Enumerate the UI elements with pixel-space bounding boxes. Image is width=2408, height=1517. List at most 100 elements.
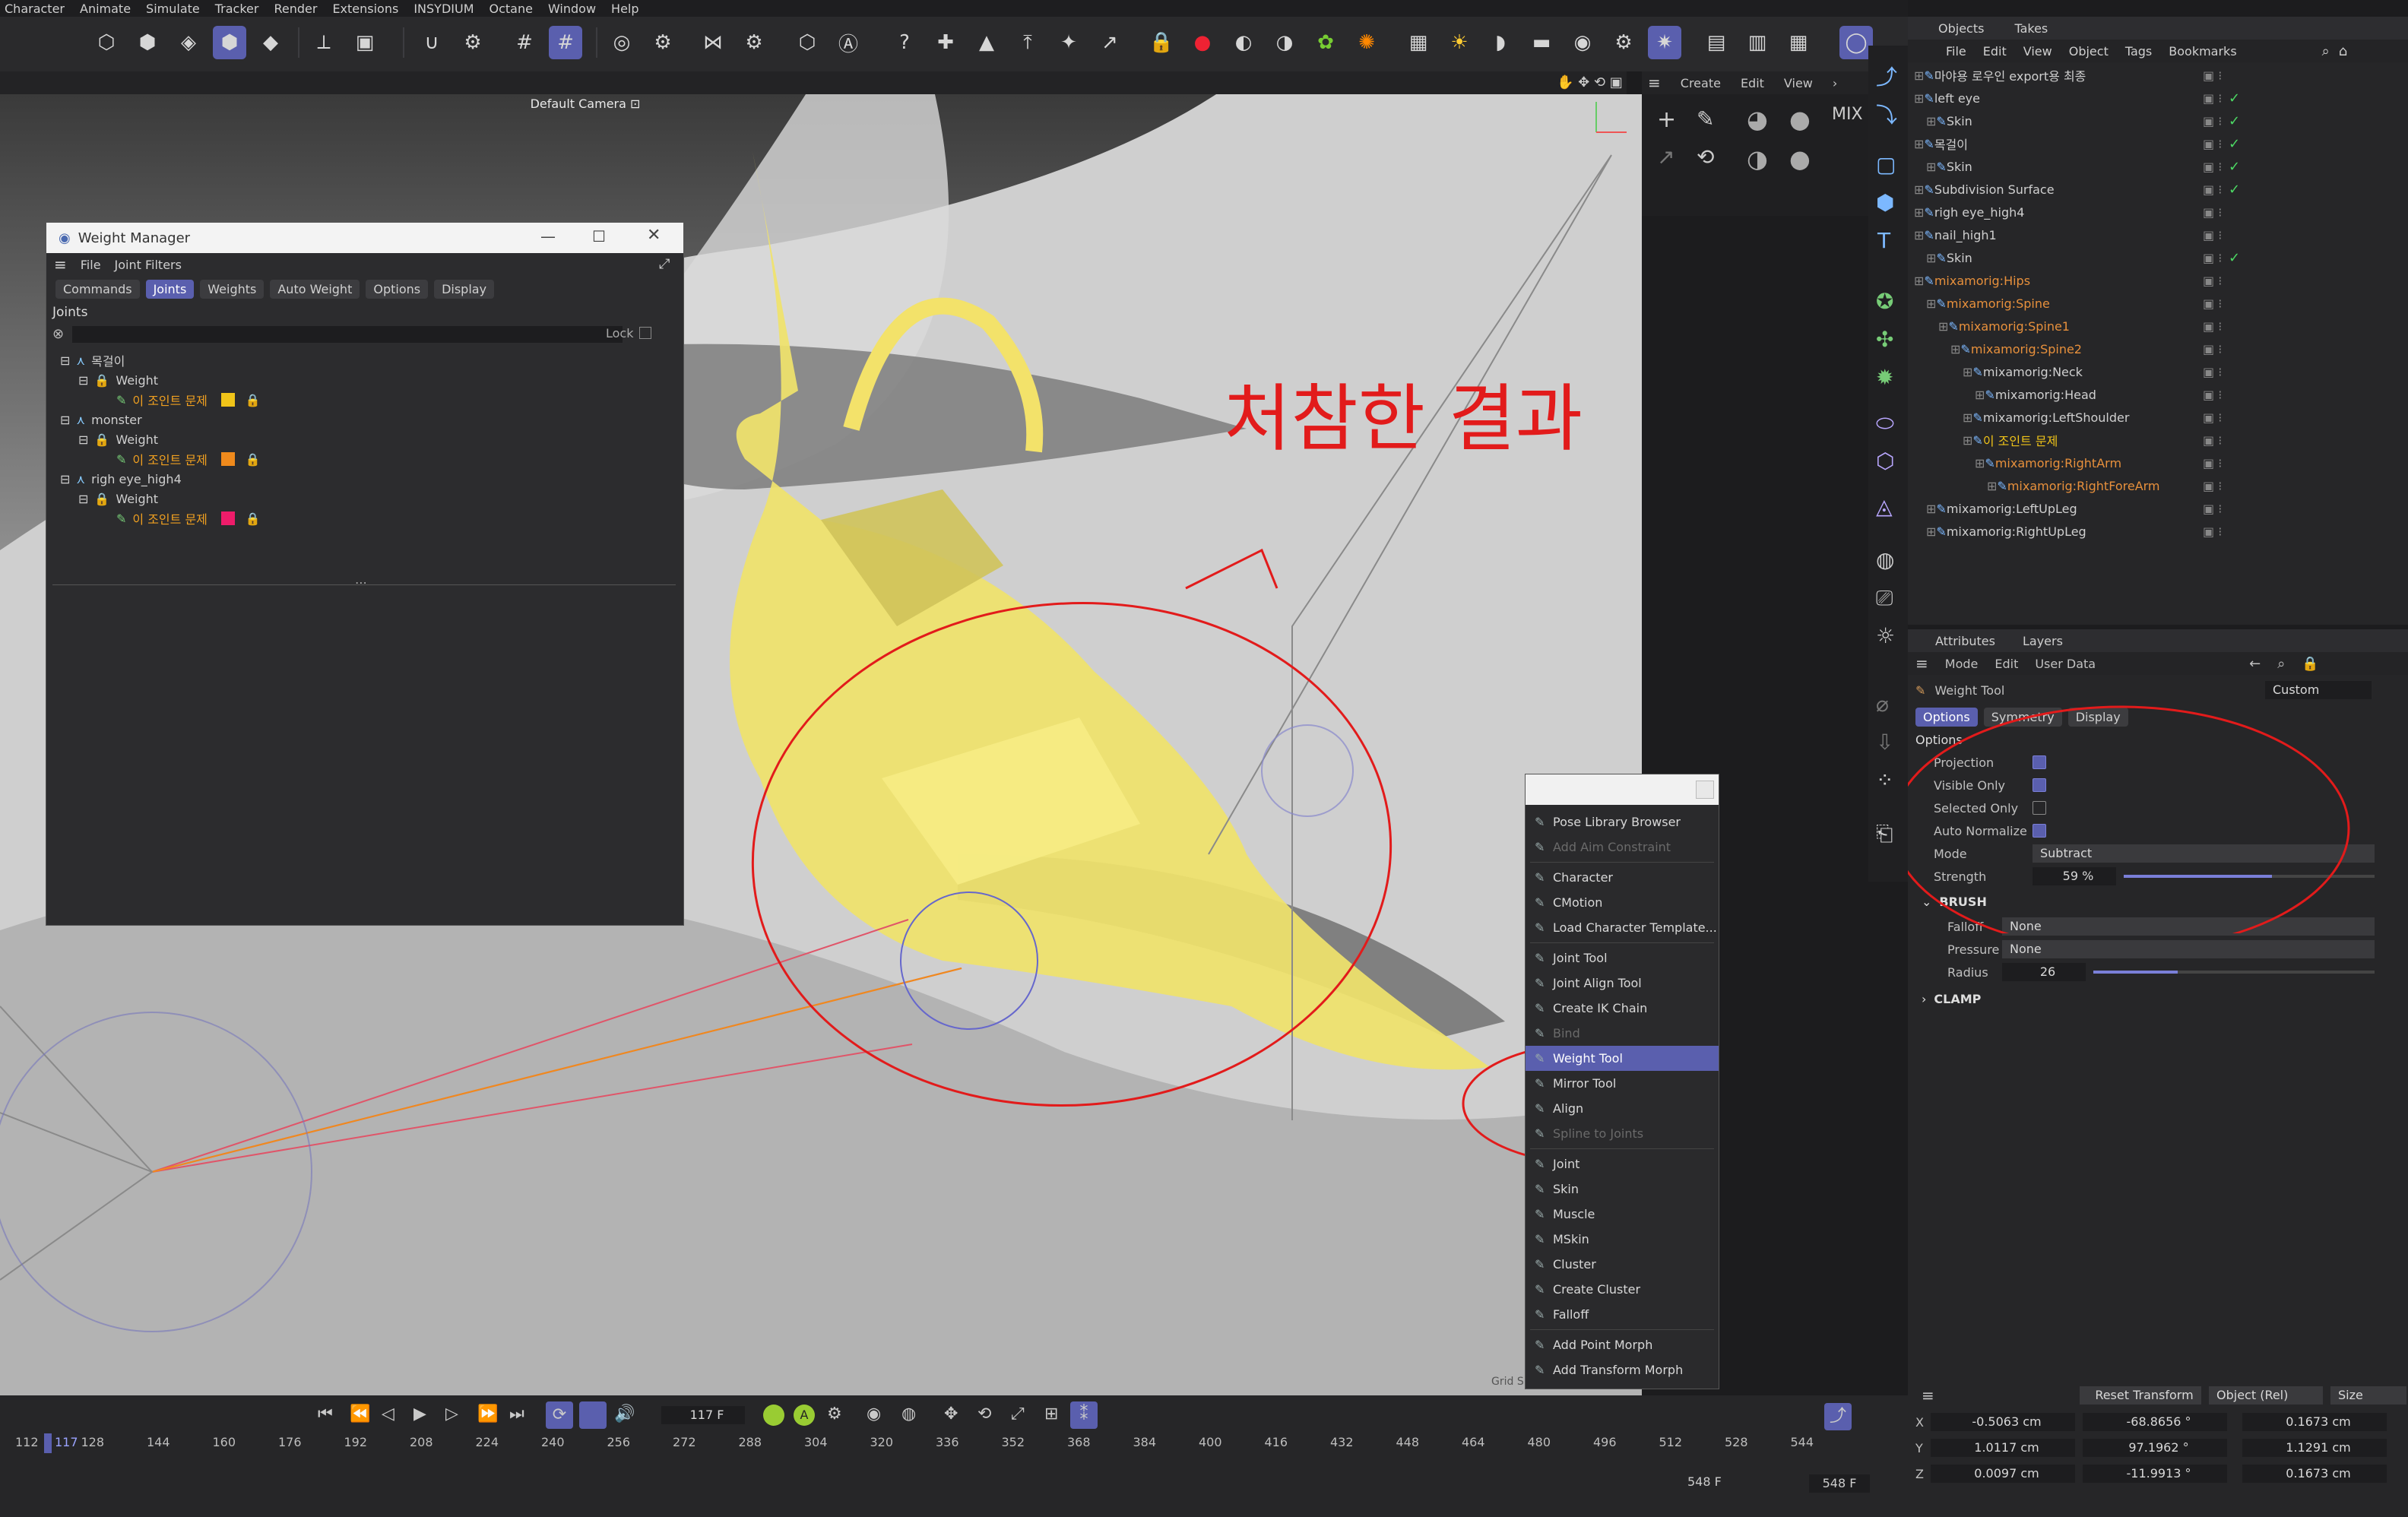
menu-item-character[interactable]: ✎ Character bbox=[1526, 865, 1719, 890]
joint-color-swatch[interactable] bbox=[220, 452, 235, 466]
tree-joint-row[interactable]: ✎ 이 조인트 문제 🔒 bbox=[46, 390, 683, 410]
sphere-shader-icon[interactable]: ◕ bbox=[1747, 105, 1768, 134]
pen-icon[interactable]: ✎ bbox=[1697, 106, 1714, 131]
visibility-toggle-icon[interactable]: ▣ ⁝ bbox=[2203, 433, 2222, 448]
menu-tracker[interactable]: Tracker bbox=[211, 2, 270, 16]
chevron-right-icon[interactable]: › bbox=[1833, 76, 1837, 90]
down-icon[interactable]: ⇩ bbox=[1876, 730, 1893, 755]
weight-manager-window[interactable]: ◉ Weight Manager — ☐ ✕ ≡ File Joint Filt… bbox=[46, 222, 684, 926]
visibility-toggle-icon[interactable]: ▣ ⁝ bbox=[2203, 251, 2222, 265]
character-popup-menu[interactable]: ✎ Pose Library Browser ✎ Add Aim Constraint… bbox=[1525, 774, 1719, 1389]
expand-icon[interactable]: ⊞ bbox=[1926, 160, 1936, 174]
contrast-icon[interactable]: ◑ bbox=[1268, 26, 1301, 59]
next-key-icon[interactable]: ⏩ bbox=[477, 1405, 498, 1424]
playhead[interactable] bbox=[44, 1433, 52, 1453]
close-icon[interactable] bbox=[1696, 781, 1714, 799]
expand-icon[interactable]: ⊞ bbox=[1914, 228, 1924, 242]
cube-icon[interactable]: ▲ bbox=[970, 26, 1003, 59]
coord-rot-field[interactable]: -11.9913 ° bbox=[2083, 1465, 2227, 1483]
menu-item-mirror-tool[interactable]: ✎ Mirror Tool bbox=[1526, 1071, 1719, 1096]
expand-icon[interactable]: ⊞ bbox=[1987, 479, 1997, 493]
coord-pos-field[interactable]: 0.0097 cm bbox=[1931, 1465, 2075, 1483]
enabled-check-icon[interactable]: ✓ bbox=[2229, 159, 2240, 175]
object-row[interactable]: ⊞ ✎ mixamorig:RightForeArm ▣ ⁝ bbox=[1908, 474, 2408, 497]
drag-handle-icon[interactable]: ⋯ bbox=[355, 575, 367, 590]
expand-icon[interactable]: ⊞ bbox=[1914, 137, 1924, 151]
menu-insydium[interactable]: INSYDIUM bbox=[409, 2, 484, 16]
object-row[interactable]: ⊞ ✎ mixamorig:LeftUpLeg ▣ ⁝ bbox=[1908, 497, 2408, 520]
expand-icon[interactable]: ⊞ bbox=[1950, 342, 1960, 356]
lock-icon[interactable]: 🔒 bbox=[246, 393, 261, 407]
polygons-mode-icon[interactable]: ⬢ bbox=[213, 26, 246, 59]
object-row[interactable]: ⊞ ✎ mixamorig:LeftShoulder ▣ ⁝ bbox=[1908, 406, 2408, 429]
grid-icon[interactable]: # bbox=[508, 26, 541, 59]
path-icon[interactable]: ⟲ bbox=[1697, 144, 1714, 169]
menu-item-create-cluster[interactable]: ✎ Create Cluster bbox=[1526, 1277, 1719, 1302]
enabled-check-icon[interactable]: ✓ bbox=[2229, 113, 2240, 129]
object-row[interactable]: ⊞ ✎ mixamorig:Neck ▣ ⁝ bbox=[1908, 360, 2408, 383]
key-settings-icon[interactable]: ⚙ bbox=[827, 1405, 842, 1424]
expand-icon[interactable]: ⊞ bbox=[1914, 182, 1924, 197]
object-row[interactable]: ⊞ ✎ mixamorig:Head ▣ ⁝ bbox=[1908, 383, 2408, 406]
hamburger-icon[interactable]: ≡ bbox=[54, 255, 67, 274]
enabled-check-icon[interactable]: ✓ bbox=[2229, 136, 2240, 152]
field-icon[interactable]: ⬡ bbox=[1876, 448, 1894, 473]
visibility-toggle-icon[interactable]: ▣ ⁝ bbox=[2203, 456, 2222, 470]
keyframe-icon[interactable]: ◉ bbox=[867, 1405, 881, 1424]
hamburger-icon[interactable]: ≡ bbox=[1648, 74, 1661, 92]
enabled-check-icon[interactable]: ✓ bbox=[2229, 182, 2240, 198]
mix-icon[interactable]: MIX bbox=[1832, 105, 1863, 124]
expand-icon[interactable]: ⊞ bbox=[1926, 502, 1936, 516]
menu-render[interactable]: Render bbox=[269, 2, 328, 16]
menu-item-create-ik-chain[interactable]: ✎ Create IK Chain bbox=[1526, 996, 1719, 1021]
arrow-icon[interactable]: ↗ bbox=[1657, 144, 1675, 169]
tab-display[interactable]: Display bbox=[434, 279, 495, 299]
expand-icon[interactable]: ⊞ bbox=[1963, 410, 1972, 425]
reset-transform-button[interactable]: Reset Transform bbox=[2080, 1386, 2201, 1405]
menu-item-mskin[interactable]: ✎ MSkin bbox=[1526, 1227, 1719, 1252]
add-icon[interactable]: + bbox=[1657, 106, 1676, 133]
render-settings-icon[interactable]: ⚙ bbox=[1607, 26, 1640, 59]
visibility-toggle-icon[interactable]: ▣ ⁝ bbox=[2203, 410, 2222, 425]
spline-pen-icon[interactable]: ⤴ bbox=[1876, 61, 1897, 91]
pinwheel-icon[interactable]: ✷ bbox=[1648, 26, 1681, 59]
clapper-icon[interactable]: ▤ bbox=[1700, 26, 1733, 59]
visibility-toggle-icon[interactable]: ▣ ⁝ bbox=[2203, 319, 2222, 334]
spline-edit-icon[interactable]: ⤵ bbox=[1876, 99, 1897, 129]
visibility-toggle-icon[interactable]: ▣ ⁝ bbox=[2203, 365, 2222, 379]
enabled-check-icon[interactable]: ✓ bbox=[2229, 90, 2240, 106]
tab-weights[interactable]: Weights bbox=[200, 279, 265, 299]
enabled-check-icon[interactable]: ✓ bbox=[2229, 250, 2240, 266]
tree-group-row[interactable]: ⊟ ⋏ 목걸이 bbox=[46, 350, 683, 370]
joint-search-input[interactable] bbox=[72, 326, 623, 343]
close-icon[interactable]: ✕ bbox=[647, 226, 661, 245]
menu-item-weight-tool[interactable]: ✎ Weight Tool bbox=[1526, 1046, 1719, 1071]
tree-joint-row[interactable]: ✎ 이 조인트 문제 🔒 bbox=[46, 449, 683, 469]
objects-menu-edit[interactable]: Edit bbox=[1983, 44, 2007, 59]
menu-edit[interactable]: Edit bbox=[1741, 76, 1764, 90]
cube-icon[interactable]: ⬢ bbox=[1876, 190, 1894, 215]
sound-icon[interactable]: 🔊 bbox=[614, 1405, 635, 1424]
auto-key-icon[interactable]: A bbox=[794, 1405, 815, 1426]
menu-item-cmotion[interactable]: ✎ CMotion bbox=[1526, 890, 1719, 915]
coord-pos-field[interactable]: 1.0117 cm bbox=[1931, 1439, 2075, 1457]
camera-label[interactable]: Default Camera ⊡ bbox=[517, 94, 654, 114]
joint-color-swatch[interactable] bbox=[220, 511, 235, 525]
tree-group-row[interactable]: ⊟ ⋏ righ eye_high4 bbox=[46, 469, 683, 489]
wm-menu-file[interactable]: File bbox=[81, 258, 101, 272]
goto-end-icon[interactable]: ⏭ bbox=[509, 1405, 524, 1424]
point-key-icon[interactable]: ⁑ bbox=[1070, 1401, 1098, 1429]
auto-key-settings-icon[interactable]: ◍ bbox=[901, 1405, 916, 1424]
scale-icon[interactable]: ⤒ bbox=[1011, 26, 1044, 59]
camera-target-icon[interactable]: ◉ bbox=[1566, 26, 1599, 59]
visibility-toggle-icon[interactable]: ▣ ⁝ bbox=[2203, 274, 2222, 288]
coord-size-field[interactable]: 0.1673 cm bbox=[2242, 1413, 2387, 1431]
expand-icon[interactable]: ⊞ bbox=[1963, 433, 1972, 448]
expand-icon[interactable]: ⊞ bbox=[1914, 205, 1924, 220]
move-icon[interactable]: ✚ bbox=[929, 26, 962, 59]
visibility-toggle-icon[interactable]: ▣ ⁝ bbox=[2203, 502, 2222, 516]
workplane-icon[interactable]: # bbox=[549, 26, 582, 59]
light-icon[interactable]: ☼ bbox=[1876, 623, 1895, 648]
menu-character[interactable]: Character bbox=[0, 2, 75, 16]
cloner-icon[interactable]: ✣ bbox=[1876, 327, 1893, 352]
